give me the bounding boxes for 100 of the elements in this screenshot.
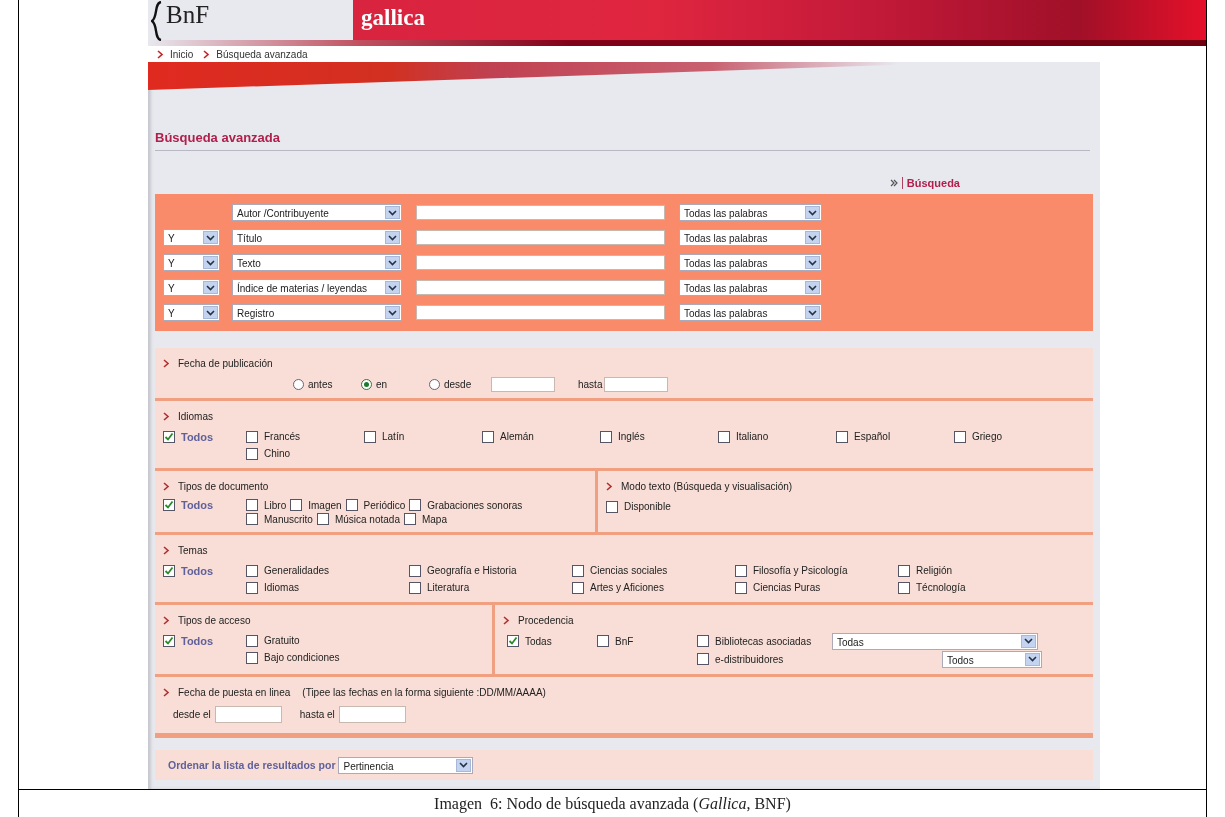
- checkbox-option[interactable]: Manuscrito: [246, 512, 313, 526]
- dropdown[interactable]: Todas las palabras: [679, 304, 822, 321]
- input-field[interactable]: [416, 305, 665, 320]
- checkbox-option[interactable]: Religión: [898, 562, 1061, 579]
- checkbox[interactable]: [409, 581, 421, 594]
- checkbox[interactable]: [246, 564, 258, 577]
- checkbox-option[interactable]: Libro: [246, 498, 287, 512]
- checkbox-option[interactable]: Todas: [507, 632, 597, 650]
- input-field[interactable]: [416, 205, 665, 220]
- radio-button[interactable]: [293, 378, 304, 390]
- checkbox[interactable]: [163, 499, 175, 511]
- checkbox-option[interactable]: Filosofía y Psicología: [735, 562, 898, 579]
- checkbox[interactable]: [572, 564, 584, 577]
- checkbox-option[interactable]: Español: [836, 428, 954, 445]
- checkbox-option[interactable]: Inglés: [600, 428, 718, 445]
- checkbox-option[interactable]: Todos: [163, 428, 246, 445]
- checkbox-option[interactable]: Música notada: [316, 512, 400, 526]
- checkbox[interactable]: [697, 653, 709, 665]
- checkbox[interactable]: [163, 634, 175, 647]
- checkbox-option[interactable]: Todos: [163, 632, 246, 649]
- checkbox[interactable]: [482, 430, 494, 443]
- dropdown[interactable]: Todas las palabras: [679, 229, 822, 246]
- checkbox[interactable]: [409, 564, 421, 577]
- input-field[interactable]: [416, 230, 665, 245]
- checkbox-option[interactable]: Todos: [163, 498, 246, 512]
- radio-option[interactable]: desde: [429, 378, 491, 390]
- input-field[interactable]: [416, 255, 665, 270]
- input-field[interactable]: [604, 376, 669, 392]
- checkbox[interactable]: [606, 500, 618, 513]
- checkbox-option[interactable]: Literatura: [409, 579, 572, 596]
- checkbox[interactable]: [246, 581, 258, 594]
- checkbox-option[interactable]: Imagen: [290, 498, 342, 512]
- checkbox-option[interactable]: Ciencias Puras: [735, 579, 898, 596]
- dropdown[interactable]: Y: [163, 279, 220, 296]
- checkbox-option[interactable]: Geografía e Historia: [409, 562, 572, 579]
- checkbox-option[interactable]: Grabaciones sonoras: [409, 498, 523, 512]
- checkbox[interactable]: [246, 499, 258, 511]
- checkbox-option[interactable]: Alemán: [482, 428, 600, 445]
- input-field[interactable]: [338, 705, 406, 723]
- checkbox-option[interactable]: e-distribuidores: [697, 650, 832, 668]
- checkbox[interactable]: [163, 430, 175, 443]
- checkbox[interactable]: [409, 499, 422, 511]
- checkbox[interactable]: [246, 634, 258, 647]
- checkbox[interactable]: [836, 430, 848, 443]
- checkbox-option[interactable]: Periódico: [345, 498, 406, 512]
- dropdown[interactable]: Texto: [232, 254, 402, 271]
- checkbox-option[interactable]: Gratuito: [246, 632, 340, 649]
- checkbox[interactable]: [898, 581, 910, 594]
- dropdown[interactable]: Todos: [942, 650, 1042, 668]
- checkbox-option[interactable]: Latín: [364, 428, 482, 445]
- search-link[interactable]: Búsqueda: [901, 177, 960, 189]
- checkbox[interactable]: [316, 513, 329, 525]
- checkbox[interactable]: [246, 447, 258, 460]
- checkbox[interactable]: [507, 635, 519, 647]
- checkbox[interactable]: [600, 430, 612, 443]
- radio-button[interactable]: [361, 378, 372, 390]
- input-field[interactable]: [491, 376, 555, 392]
- checkbox[interactable]: [290, 499, 303, 511]
- dropdown[interactable]: Todas: [832, 632, 1038, 650]
- checkbox-option[interactable]: Francés: [246, 428, 364, 445]
- checkbox[interactable]: [345, 499, 358, 511]
- checkbox[interactable]: [735, 564, 747, 577]
- radio-option[interactable]: en: [361, 378, 429, 390]
- breadcrumb-link[interactable]: Búsqueda avanzada: [216, 48, 308, 60]
- checkbox-option[interactable]: Mapa: [403, 512, 447, 526]
- dropdown[interactable]: Pertinencia: [338, 756, 474, 774]
- checkbox-option[interactable]: Chino: [246, 445, 364, 462]
- dropdown[interactable]: Todas las palabras: [679, 204, 822, 221]
- checkbox-option[interactable]: Artes y Aficiones: [572, 579, 735, 596]
- input-field[interactable]: [214, 705, 282, 723]
- dropdown[interactable]: Título: [232, 229, 402, 246]
- radio-button[interactable]: [429, 378, 440, 390]
- checkbox[interactable]: [364, 430, 376, 443]
- checkbox[interactable]: [697, 635, 709, 647]
- checkbox-option[interactable]: BnF: [597, 632, 697, 650]
- checkbox-option[interactable]: Todos: [163, 562, 246, 579]
- checkbox[interactable]: [572, 581, 584, 594]
- dropdown[interactable]: Todas las palabras: [679, 279, 822, 296]
- checkbox[interactable]: [597, 635, 609, 647]
- checkbox[interactable]: [718, 430, 730, 443]
- breadcrumb-link[interactable]: Inicio: [170, 48, 194, 60]
- checkbox[interactable]: [403, 513, 416, 525]
- dropdown[interactable]: Y: [163, 304, 220, 321]
- checkbox-option[interactable]: Ciencias sociales: [572, 562, 735, 579]
- dropdown[interactable]: Autor /Contribuyente: [232, 204, 402, 221]
- checkbox[interactable]: [735, 581, 747, 594]
- checkbox[interactable]: [246, 513, 258, 525]
- checkbox[interactable]: [163, 564, 175, 577]
- checkbox-option[interactable]: Griego: [954, 428, 1072, 445]
- checkbox-option[interactable]: Italiano: [718, 428, 836, 445]
- dropdown[interactable]: Todas las palabras: [679, 254, 822, 271]
- radio-option[interactable]: antes: [293, 378, 361, 390]
- checkbox-option[interactable]: Técnología: [898, 579, 1061, 596]
- checkbox-option[interactable]: Disponible: [606, 498, 1093, 515]
- checkbox-option[interactable]: Idiomas: [246, 579, 409, 596]
- dropdown[interactable]: Y: [163, 254, 220, 271]
- dropdown[interactable]: Índice de materias / leyendas: [232, 279, 402, 296]
- checkbox-option[interactable]: Generalidades: [246, 562, 409, 579]
- checkbox[interactable]: [954, 430, 966, 443]
- input-field[interactable]: [416, 280, 665, 295]
